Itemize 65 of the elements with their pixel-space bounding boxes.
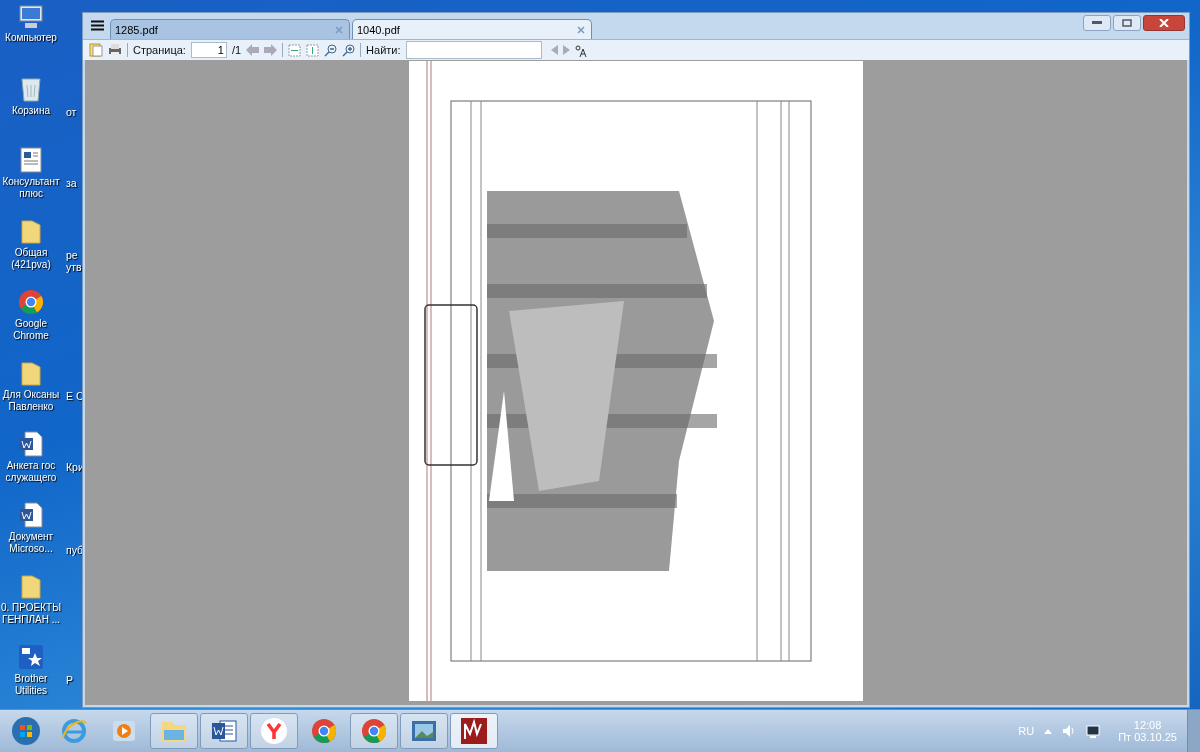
picture-icon	[410, 719, 438, 743]
chrome-icon	[310, 717, 338, 745]
taskbar-app-button[interactable]	[400, 713, 448, 749]
chrome-icon	[360, 717, 388, 745]
open-file-icon[interactable]	[89, 43, 103, 57]
globe-e-icon	[60, 717, 88, 745]
document-tab[interactable]: 1285.pdf	[110, 19, 350, 39]
desktop-icon-label[interactable]: от	[66, 106, 84, 118]
desktop-icon-label[interactable]: пуб	[66, 544, 84, 556]
page-total: /1	[231, 44, 242, 56]
desktop-icon-label[interactable]: Р	[66, 674, 84, 686]
desktop-icon-label[interactable]: ре утв	[66, 249, 84, 273]
match-case-icon[interactable]	[574, 43, 588, 57]
recycle-bin-icon[interactable]	[19, 75, 43, 103]
close-icon[interactable]	[577, 25, 585, 34]
folder-icon[interactable]	[18, 572, 44, 600]
play-icon	[111, 718, 137, 744]
word-document-icon[interactable]	[18, 430, 44, 458]
folder-icon[interactable]	[18, 217, 44, 245]
zoom-in-icon[interactable]	[342, 43, 356, 57]
maximize-icon	[1122, 19, 1132, 27]
desktop-icon-label[interactable]: Консультант плюс	[0, 176, 62, 200]
minimize-icon	[1092, 21, 1102, 25]
find-field[interactable]	[405, 41, 542, 59]
desktop-icon-label[interactable]: Компьютер	[0, 32, 62, 44]
chrome-icon[interactable]	[17, 288, 45, 316]
zoom-out-icon[interactable]	[324, 43, 338, 57]
find-next-icon[interactable]	[562, 45, 570, 55]
desktop-icon-label[interactable]: Общая (421pva)	[0, 247, 62, 271]
document-tab[interactable]: 1040.pdf	[352, 19, 592, 39]
menu-icon[interactable]	[91, 20, 104, 31]
desktop-icon-label[interactable]: Brother Utilities	[0, 673, 62, 697]
page-number-field[interactable]: 1	[190, 42, 227, 58]
printer-icon[interactable]	[108, 43, 122, 57]
document-shortcut-icon[interactable]	[18, 146, 44, 174]
desktop-icon-label[interactable]: Корзина	[0, 105, 62, 117]
desktop-icon-label[interactable]: 0. ПРОЕКТЫ ГЕНПЛАН ...	[0, 602, 62, 626]
fit-page-icon[interactable]	[306, 43, 320, 57]
maximize-button[interactable]	[1113, 15, 1141, 31]
taskbar-app-button[interactable]	[350, 713, 398, 749]
minimize-button[interactable]	[1083, 15, 1111, 31]
next-page-arrow-icon[interactable]	[264, 44, 278, 56]
word-document-icon[interactable]	[18, 501, 44, 529]
taskbar-app-button[interactable]	[250, 713, 298, 749]
windows-logo-icon	[11, 716, 41, 746]
desktop-icon-label[interactable]: Анкета гос служащего	[0, 460, 62, 484]
word-icon	[210, 718, 238, 744]
network-icon[interactable]	[1084, 723, 1101, 739]
desktop-icon-label[interactable]: Документ Microsо...	[0, 531, 62, 555]
taskbar-app-button[interactable]	[200, 713, 248, 749]
desktop-icon-label[interactable]: за	[66, 177, 84, 189]
desktop-icon-label[interactable]: Для Оксаны Павленко	[0, 389, 62, 413]
find-previous-icon[interactable]	[550, 45, 558, 55]
folder-icon[interactable]	[18, 359, 44, 387]
close-button[interactable]	[1143, 15, 1185, 31]
taskbar-app-button[interactable]	[450, 713, 498, 749]
previous-page-arrow-icon[interactable]	[246, 44, 260, 56]
close-icon	[1159, 19, 1169, 27]
find-label: Найти:	[366, 44, 401, 56]
pdf-app-icon	[460, 717, 488, 745]
desktop-icon-label[interactable]: Google Chrome	[0, 318, 62, 342]
fit-width-icon[interactable]	[288, 43, 302, 57]
y-logo-icon	[260, 717, 288, 745]
computer-icon[interactable]	[17, 4, 45, 30]
page-label: Страница:	[133, 44, 186, 56]
